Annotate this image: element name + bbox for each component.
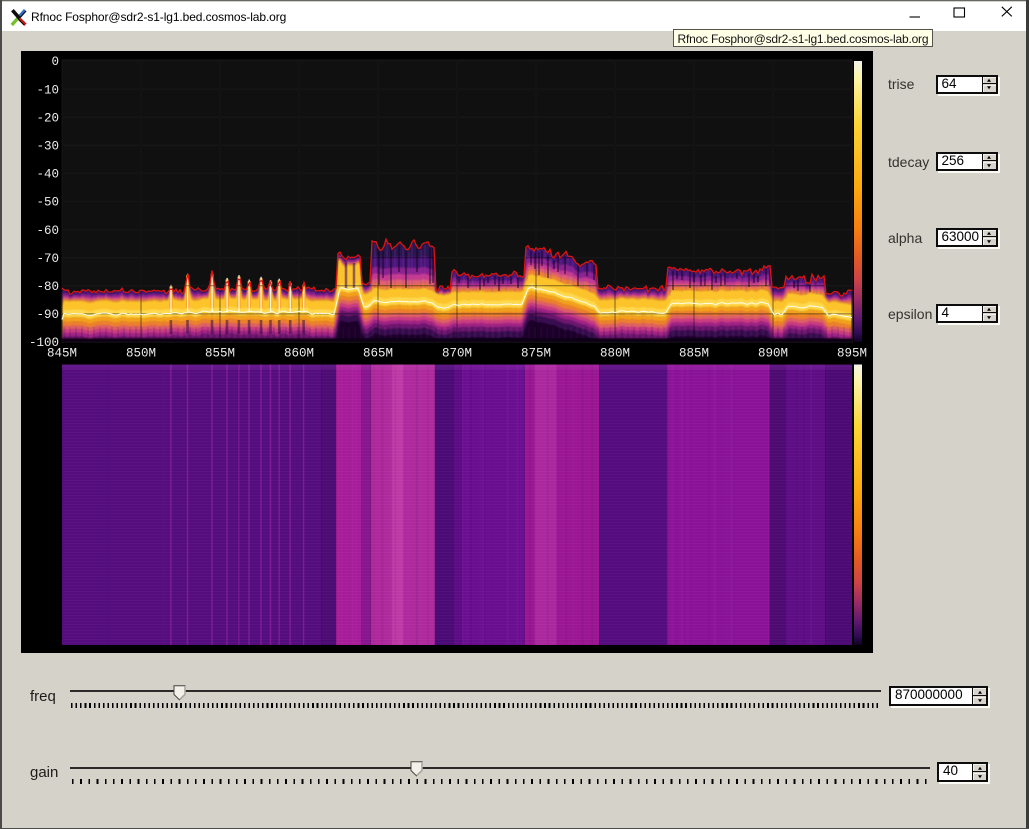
svg-text:845M: 845M bbox=[47, 347, 77, 361]
svg-text:875M: 875M bbox=[521, 347, 551, 361]
svg-text:860M: 860M bbox=[284, 347, 314, 361]
svg-text:0: 0 bbox=[51, 55, 59, 69]
svg-text:885M: 885M bbox=[679, 347, 709, 361]
svg-text:855M: 855M bbox=[205, 347, 235, 361]
svg-text:850M: 850M bbox=[126, 347, 156, 361]
svg-text:-20: -20 bbox=[36, 111, 59, 125]
svg-text:-30: -30 bbox=[36, 140, 59, 154]
svg-text:880M: 880M bbox=[600, 347, 630, 361]
svg-text:870M: 870M bbox=[442, 347, 472, 361]
svg-text:-90: -90 bbox=[36, 308, 59, 322]
svg-text:-80: -80 bbox=[36, 280, 59, 294]
svg-text:890M: 890M bbox=[758, 347, 788, 361]
svg-text:-60: -60 bbox=[36, 224, 59, 238]
svg-text:-70: -70 bbox=[36, 252, 59, 266]
svg-text:-10: -10 bbox=[36, 83, 59, 97]
svg-text:865M: 865M bbox=[363, 347, 393, 361]
svg-text:-50: -50 bbox=[36, 196, 59, 210]
svg-text:-40: -40 bbox=[36, 168, 59, 182]
svg-text:895M: 895M bbox=[837, 347, 867, 361]
